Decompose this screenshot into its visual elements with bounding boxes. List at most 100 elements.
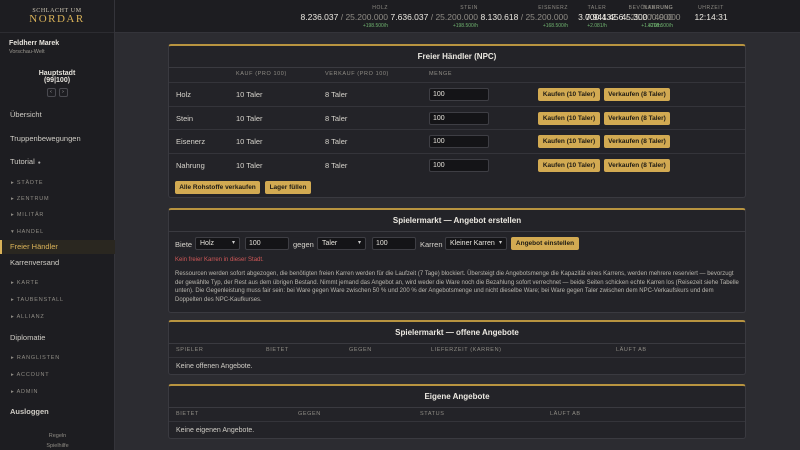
resource-name: Eisenerz xyxy=(176,137,206,146)
resource-bevoelkerung: BEVÖLKERUNG 45.300 / 49.000 +1.870/h xyxy=(620,5,682,29)
resource-rate: +198.500/h xyxy=(452,23,478,29)
buy-button[interactable]: Kaufen (10 Taler) xyxy=(538,135,600,148)
own-offers-panel: Eigene Angebote BIETET GEGEN STATUS LÄUF… xyxy=(168,384,746,439)
buy-price: 10 Taler xyxy=(236,90,263,99)
panel-title: Eigene Angebote xyxy=(169,386,745,408)
nav-section-label: ALLIANZ xyxy=(16,314,45,320)
resource-label: STEIN xyxy=(460,5,478,11)
quantity-input[interactable]: 100 xyxy=(429,88,489,101)
chevron-right-icon: ▸ xyxy=(11,297,15,303)
sell-button[interactable]: Verkaufen (8 Taler) xyxy=(604,112,670,125)
panel-title: Freier Händler (NPC) xyxy=(169,46,745,68)
chevron-right-icon: ▸ xyxy=(11,314,15,320)
next-city-icon[interactable]: › xyxy=(58,88,68,97)
logo[interactable]: SCHLACHT UM NORDAR xyxy=(0,0,114,33)
quantity-input[interactable]: 100 xyxy=(429,112,489,125)
col-player: SPIELER xyxy=(176,347,204,353)
nav-section-taubenstall[interactable]: ▸ TAUBENSTALL xyxy=(0,295,64,305)
resource-taler: TALER 3.000.432 +2.081/h xyxy=(572,5,622,29)
resource-stein: STEIN 7.636.037 / 25.200.000 +198.500/h xyxy=(391,5,478,29)
quantity-input[interactable]: 100 xyxy=(429,159,489,172)
resource-rate: +1.870/h xyxy=(641,23,661,29)
nav-section-ranglisten[interactable]: ▸ RANGLISTEN xyxy=(0,353,60,363)
nav-section-label: STÄDTE xyxy=(16,180,44,186)
prev-city-icon[interactable]: ‹ xyxy=(46,88,56,97)
footer-rules-link[interactable]: Regeln xyxy=(0,433,115,439)
sell-button[interactable]: Verkaufen (8 Taler) xyxy=(604,88,670,101)
footer-tips-link[interactable]: Spielhilfe xyxy=(0,443,115,449)
nav-section-admin[interactable]: ▸ ADMIN xyxy=(0,387,38,397)
buy-button[interactable]: Kaufen (10 Taler) xyxy=(538,112,600,125)
col-expires: LÄUFT AB xyxy=(550,411,581,417)
empty-message: Keine offenen Angebote. xyxy=(176,363,253,370)
col-status: STATUS xyxy=(420,411,445,417)
offer-quantity-input[interactable]: 100 xyxy=(245,237,289,250)
server-clock: UHRZEIT 12:14:31 xyxy=(688,5,734,22)
col-expires: LÄUFT AB xyxy=(616,347,647,353)
resource-capacity: / 49.000 xyxy=(649,12,681,22)
for-label: gegen xyxy=(293,240,314,249)
nav-karrenversand[interactable]: Karrenversand xyxy=(0,256,115,270)
city-name: Hauptstadt xyxy=(38,70,76,77)
nav-overview[interactable]: Übersicht xyxy=(0,108,115,122)
col-buy: KAUF (PRO 100) xyxy=(236,71,287,77)
col-qty: MENGE xyxy=(429,71,453,77)
nav-section-label: ADMIN xyxy=(16,389,39,395)
col-delivery: LIEFERZEIT (KARREN) xyxy=(431,347,502,353)
offer-description: Ressourcen werden sofort abgezogen, die … xyxy=(175,271,739,303)
nav-section-account[interactable]: ▸ ACCOUNT xyxy=(0,370,49,380)
nav-tutorial-label: Tutorial xyxy=(10,157,35,166)
want-resource-value: Taler xyxy=(322,240,338,247)
nav-section-zentrum[interactable]: ▸ ZENTRUM xyxy=(0,194,49,204)
resource-bar: HOLZ 8.236.037 / 25.200.000 +198.500/h S… xyxy=(115,0,800,33)
nav-diplomatie[interactable]: Diplomatie xyxy=(0,331,115,345)
nav-section-label: ZENTRUM xyxy=(16,196,50,202)
nav-section-handel[interactable]: ▾ HANDEL xyxy=(0,227,44,237)
resource-value: 45.300 xyxy=(621,12,648,22)
npc-trader-panel: Freier Händler (NPC) KAUF (PRO 100) VERK… xyxy=(168,44,746,198)
nav-freier-haendler[interactable]: Freier Händler xyxy=(0,240,115,254)
want-quantity-input[interactable]: 100 xyxy=(372,237,416,250)
user-name: Feldherr Marek xyxy=(9,40,60,47)
open-offers-panel: Spielermarkt — offene Angebote SPIELER B… xyxy=(168,320,746,375)
offer-resource-select[interactable]: Holz ▾ xyxy=(195,237,240,250)
sell-price: 8 Taler xyxy=(325,137,348,146)
fill-storage-button[interactable]: Lager füllen xyxy=(265,181,311,194)
submit-offer-button[interactable]: Angebot einstellen xyxy=(511,237,579,250)
sell-price: 8 Taler xyxy=(325,161,348,170)
user-info: Feldherr Marek Vorschau-Welt xyxy=(0,33,114,61)
nav-logout[interactable]: Ausloggen xyxy=(0,405,115,419)
buy-button[interactable]: Kaufen (10 Taler) xyxy=(538,88,600,101)
nav-section-label: KARTE xyxy=(16,280,40,286)
quantity-input[interactable]: 100 xyxy=(429,135,489,148)
resource-label: HOLZ xyxy=(372,5,388,11)
cart-type-select[interactable]: Kleiner Karren ▾ xyxy=(445,237,507,250)
sell-button[interactable]: Verkaufen (8 Taler) xyxy=(604,159,670,172)
table-row: Eisenerz 10 Taler 8 Taler 100 Kaufen (10… xyxy=(169,129,745,153)
table-row: Keine offenen Angebote. xyxy=(169,357,745,375)
nav-tutorial[interactable]: Tutorial ● xyxy=(0,155,115,169)
nav-section-karte[interactable]: ▸ KARTE xyxy=(0,278,39,288)
nav-section-staedte[interactable]: ▸ STÄDTE xyxy=(0,178,43,188)
carts-label: Karren xyxy=(420,240,443,249)
chevron-right-icon: ▸ xyxy=(11,389,15,395)
sell-button[interactable]: Verkaufen (8 Taler) xyxy=(604,135,670,148)
nav-section-allianz[interactable]: ▸ ALLIANZ xyxy=(0,312,45,322)
resource-capacity: / 25.200.000 xyxy=(430,12,478,22)
city-switcher: Hauptstadt (99|100) ‹ › xyxy=(0,70,114,97)
resource-name: Stein xyxy=(176,114,194,123)
tutorial-dot-icon: ● xyxy=(37,160,41,166)
nav-section-label: RANGLISTEN xyxy=(16,355,61,361)
buy-price: 10 Taler xyxy=(236,161,263,170)
buy-price: 10 Taler xyxy=(236,137,263,146)
nav-section-militaer[interactable]: ▸ MILITÄR xyxy=(0,210,44,220)
chevron-down-icon: ▾ xyxy=(357,240,361,246)
buy-button[interactable]: Kaufen (10 Taler) xyxy=(538,159,600,172)
chevron-right-icon: ▸ xyxy=(11,280,15,286)
offer-label: Biete xyxy=(175,240,193,249)
nav-troops[interactable]: Truppenbewegungen xyxy=(0,132,115,146)
sell-all-button[interactable]: Alle Rohstoffe verkaufen xyxy=(175,181,260,194)
col-for: GEGEN xyxy=(298,411,321,417)
error-message: Kein freier Karren in dieser Stadt. xyxy=(175,257,264,263)
want-resource-select[interactable]: Taler ▾ xyxy=(317,237,366,250)
